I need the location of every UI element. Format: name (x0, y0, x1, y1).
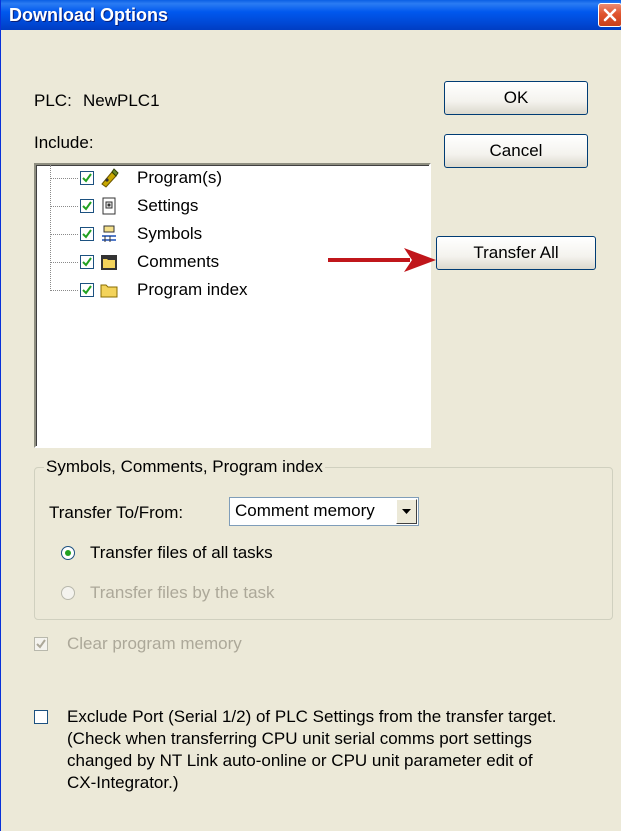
download-options-dialog: Download Options PLC: NewPLC1 OK Cancel … (0, 0, 621, 831)
all-tasks-radio-label[interactable]: Transfer files of all tasks (90, 543, 273, 563)
include-label: Include: (34, 133, 94, 152)
by-task-radio[interactable] (61, 586, 75, 600)
program-icon (101, 168, 119, 188)
exclude-port-label-line2: (Check when transferring CPU unit serial… (67, 729, 532, 748)
clear-program-memory-checkbox[interactable] (34, 637, 48, 651)
symbols-icon (102, 225, 116, 242)
comments-checkbox[interactable] (80, 255, 94, 269)
tree-trunk-line (50, 165, 51, 291)
transfer-to-from-value: Comment memory (235, 501, 375, 520)
folder-icon (100, 284, 118, 298)
all-tasks-radio[interactable] (61, 546, 75, 560)
annotation-arrow (328, 248, 436, 272)
dropdown-button[interactable] (396, 499, 417, 524)
include-tree[interactable]: Program(s) Settings Symbols Comments Pro… (34, 163, 431, 448)
tree-item-program-index[interactable]: Program index (36, 277, 396, 305)
transfer-to-from-select[interactable]: Comment memory (229, 497, 419, 526)
groupbox-title: Symbols, Comments, Program index (44, 457, 325, 477)
tree-label-settings: Settings (137, 196, 199, 215)
plc-label: PLC: (34, 91, 72, 110)
exclude-port-checkbox[interactable] (34, 710, 48, 724)
cancel-button[interactable]: Cancel (444, 134, 588, 168)
tree-connector (50, 262, 78, 263)
exclude-port-label-line4: CX-Integrator.) (67, 773, 179, 792)
tree-label-programs: Program(s) (137, 168, 223, 187)
title-bar[interactable]: Download Options (1, 0, 621, 30)
programs-checkbox[interactable] (80, 171, 94, 185)
tree-connector (50, 178, 78, 179)
tree-connector (50, 234, 78, 235)
transfer-all-button[interactable]: Transfer All (436, 236, 596, 270)
symbols-checkbox[interactable] (80, 227, 94, 241)
by-task-radio-label[interactable]: Transfer files by the task (90, 583, 275, 603)
ok-button[interactable]: OK (444, 81, 588, 115)
tree-connector (50, 206, 78, 207)
program-index-checkbox[interactable] (80, 283, 94, 297)
tree-label-symbols: Symbols (137, 224, 203, 243)
tree-item-settings[interactable]: Settings (36, 193, 396, 221)
tree-connector (50, 290, 78, 291)
tree-label-comments: Comments (137, 252, 220, 271)
settings-icon (102, 197, 116, 215)
close-icon (603, 8, 617, 22)
settings-checkbox[interactable] (80, 199, 94, 213)
plc-name: NewPLC1 (83, 91, 160, 110)
exclude-port-label-line1[interactable]: Exclude Port (Serial 1/2) of PLC Setting… (67, 707, 556, 727)
tree-item-programs[interactable]: Program(s) (36, 165, 396, 193)
window-title: Download Options (9, 5, 168, 25)
transfer-to-from-label: Transfer To/From: (49, 503, 184, 522)
comments-icon (101, 255, 117, 270)
tree-label-program-index: Program index (137, 280, 248, 299)
chevron-down-icon (402, 509, 411, 514)
close-button[interactable] (598, 3, 621, 27)
exclude-port-label-line3: changed by NT Link auto-online or CPU un… (67, 751, 533, 770)
clear-program-memory-label[interactable]: Clear program memory (67, 634, 242, 654)
